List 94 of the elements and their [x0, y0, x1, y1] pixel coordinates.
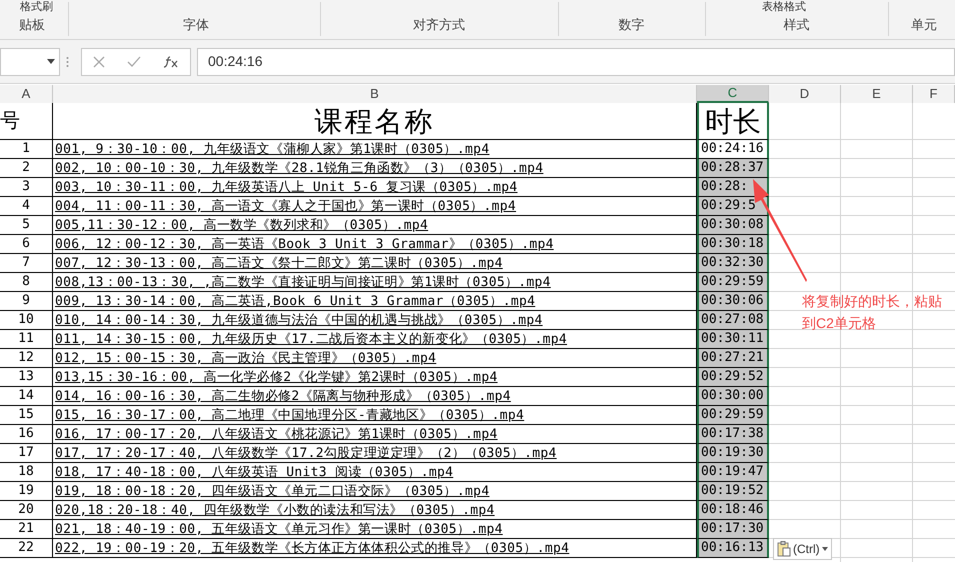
name-box[interactable] — [0, 48, 60, 76]
row-number-cell: 17 — [18, 444, 34, 462]
duration-cell: 00:17:30 — [701, 521, 765, 537]
course-name-cell: 016, 17：00-17：20, 八年级语文《桃花源记》第1课时（0305）.mp4 — [55, 426, 498, 443]
row-number-cell: 8 — [22, 273, 30, 291]
ribbon-button[interactable]: 格式刷 — [20, 1, 53, 13]
group-label: 单元 — [911, 16, 937, 34]
clipboard-icon — [777, 541, 791, 557]
duration-cell-text: 00:28: — [701, 179, 749, 195]
duration-cell: 00:16:13 — [701, 540, 765, 556]
group-label: 数字 — [618, 16, 644, 34]
course-name-cell: 022, 19：00-19：20, 五年级数学《长方体正方体体积公式的推导》（0305）.mp4 — [55, 540, 570, 557]
duration-cell: 00:27:21 — [701, 350, 765, 366]
column-header[interactable]: B — [53, 85, 697, 103]
row-number-cell: 19 — [18, 482, 34, 500]
row-number-cell: 16 — [18, 425, 34, 443]
duration-cell: 00:17:38 — [701, 426, 765, 442]
duration-cell: 00:29:59 — [701, 407, 765, 423]
duration-cell: 00:32:30 — [701, 255, 765, 271]
duration-cell: 00:19:47 — [701, 464, 765, 480]
course-name-cell: 017, 17：20-17：40, 八年级数学《17.2勾股定理逆定理》（2）（0305）.mp4 — [55, 445, 557, 462]
row-number-cell: 1 — [22, 140, 30, 158]
course-name-cell: 006, 12：00-12：30, 高一英语《Book 3 Unit 3 Grammar》（0305）.mp4 — [55, 236, 554, 253]
duration-cell: 00:30:06 — [701, 293, 765, 309]
course-name-cell: 020,18：20-18：40, 四年级数学《小数的读法和写法》（0305）.mp4 — [55, 502, 495, 519]
row-number-cell: 10 — [18, 311, 34, 329]
course-name-cell: 015, 16：30-17：00, 高二地理《中国地理分区-青藏地区》（0305）.mp4 — [55, 407, 524, 424]
column-header[interactable]: F — [913, 85, 955, 103]
header-cell: 课程名称 — [314, 105, 434, 139]
enter-icon[interactable] — [127, 56, 141, 68]
row-number-cell: 13 — [18, 368, 34, 386]
formula-input[interactable]: 00:24:16 — [197, 48, 955, 76]
duration-cell: 00:30:08 — [701, 217, 765, 233]
course-name-cell: 013,15：30-16：00, 高一化学必修2《化学键》第2课时（0305）.mp4 — [55, 369, 498, 386]
course-name-cell: 009, 13：30-14：00, 高二英语,Book 6 Unit 3 Grammar（0305）.mp4 — [55, 293, 536, 310]
course-name-cell: 004, 11：00-11：30, 高一语文《寡人之于国也》第一课时（0305）.mp4 — [55, 198, 516, 215]
duration-cell: 00:30:18 — [701, 236, 765, 252]
duration-cell: 00:19:52 — [701, 483, 765, 499]
row-number-cell: 4 — [22, 197, 30, 215]
column-header[interactable]: E — [841, 85, 913, 103]
course-name-cell: 008,13：00-13：30, ,高二数学《直接证明与间接证明》第1课时（0305）.mp4 — [55, 274, 551, 291]
row-number-cell: 3 — [22, 178, 30, 196]
row-number-cell: 12 — [18, 349, 34, 367]
row-number-cell: 15 — [18, 406, 34, 424]
row-number-cell: 22 — [18, 539, 34, 557]
column-header[interactable]: C — [697, 85, 769, 103]
column-header[interactable]: D — [769, 85, 841, 103]
function-icon[interactable] — [163, 56, 179, 68]
duration-cell: 00:24:16 — [701, 141, 765, 157]
duration-cell: 00:29:59 — [701, 274, 765, 290]
row-number-cell: 11 — [18, 330, 34, 348]
header-cell: 时长 — [705, 105, 761, 139]
course-name-cell: 007, 12：30-13：00, 高二语文《祭十二郎文》第二课时（0305）.mp4 — [55, 255, 503, 272]
duration-cell-text: 00:29:5 — [701, 198, 757, 214]
row-number-cell: 18 — [18, 463, 34, 481]
row-number-cell: 5 — [22, 216, 30, 234]
annotation-text: 将复制好的时长，粘贴到C2单元格 — [802, 292, 943, 333]
course-name-cell: 010, 14：00-14：30, 九年级道德与法治《中国的机遇与挑战》（0305）.mp4 — [55, 312, 543, 329]
course-name-cell: 014, 16：00-16：30, 高二生物必修2《隔离与物种形成》（0305）.mp4 — [55, 388, 511, 405]
row-number-cell: 2 — [22, 159, 30, 177]
row-number-cell: 20 — [18, 501, 34, 519]
group-label: 对齐方式 — [413, 16, 465, 34]
ribbon-button[interactable]: 表格格式 — [762, 1, 806, 13]
paste-options-button[interactable]: (Ctrl) — [773, 538, 832, 560]
more-icon — [66, 56, 69, 68]
course-name-cell: 021, 18：40-19：00, 五年级语文《单元习作》第一课时（0305）.mp4 — [55, 521, 503, 538]
cancel-icon[interactable] — [93, 56, 105, 68]
row-number-cell: 21 — [18, 520, 34, 538]
duration-cell: 00:29:52 — [701, 369, 765, 385]
duration-cell: 00:27:08 — [701, 312, 765, 328]
course-name-cell: 001, 9：30-10：00, 九年级语文《蒲柳人家》第1课时（0305）.mp4 — [55, 141, 490, 158]
group-label: 字体 — [183, 16, 209, 34]
duration-cell: 00:30:11 — [701, 331, 765, 347]
group-label: 贴板 — [19, 16, 45, 34]
duration-cell: 00:19:30 — [701, 445, 765, 461]
row-number-cell: 9 — [22, 292, 30, 310]
course-name-cell: 012, 15：00-15：30, 高一政治《民主管理》（0305）.mp4 — [55, 350, 436, 367]
course-name-cell: 019, 18：00-18：20, 四年级语文《单元二口语交际》（0305）.mp4 — [55, 483, 490, 500]
course-name-cell: 005,11：30-12：00, 高一数学《数列求和》（0305）.mp4 — [55, 217, 428, 234]
row-number-cell: 14 — [18, 387, 34, 405]
duration-cell: 00:28:37 — [701, 160, 765, 176]
dropdown-icon — [47, 59, 55, 64]
course-name-cell: 003, 10：30-11：00, 九年级英语八上 Unit 5-6 复习课（0305）.mp4 — [55, 179, 518, 196]
row-number-cell: 6 — [22, 235, 30, 253]
group-label: 样式 — [784, 16, 810, 34]
column-header[interactable]: A — [0, 85, 53, 103]
course-name-cell: 011, 14：30-15：00, 九年级历史《17.二战后资本主义的新变化》（0305）.mp4 — [55, 331, 568, 348]
header-cell-text: 号 — [0, 107, 20, 134]
duration-cell: 00:30:00 — [701, 388, 765, 404]
caret-icon — [822, 547, 828, 551]
row-number-cell: 7 — [22, 254, 30, 272]
course-name-cell: 018, 17：40-18：00, 八年级英语 Unit3 阅读（0305）.mp4 — [55, 464, 454, 481]
duration-cell: 00:18:46 — [701, 502, 765, 518]
course-name-cell: 002, 10：00-10：30, 九年级数学《28.1锐角三角函数》（3）（0305）.mp4 — [55, 160, 544, 177]
